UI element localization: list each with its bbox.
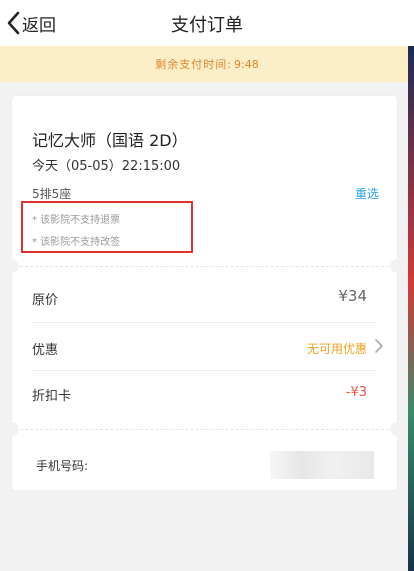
nav-header: 返回 支付订单 — [0, 0, 414, 46]
discount-label: 优惠 — [32, 343, 59, 358]
original-price-label: 原价 — [32, 293, 59, 308]
original-price-value: ¥34 — [338, 287, 367, 305]
ticket-notch-left — [5, 422, 19, 436]
background-edge — [408, 46, 414, 571]
ticket-notch-right — [390, 422, 404, 436]
discount-card-label: 折扣卡 — [32, 389, 72, 404]
payment-timer-bar: 剩余支付时间: 9:48 — [0, 46, 414, 82]
page-title: 支付订单 — [171, 15, 243, 36]
reselect-seat-button[interactable]: 重选 — [355, 185, 379, 202]
phone-number-field[interactable] — [270, 451, 374, 479]
row-divider — [32, 370, 377, 371]
row-divider — [32, 322, 377, 323]
phone-label: 手机号码: — [36, 459, 89, 473]
ticket-divider — [20, 429, 389, 430]
order-card: 记忆大师（国语 2D） 今天（05-05）22:15:00 5排5座 重选 * … — [5, 96, 404, 490]
show-time: 今天（05-05）22:15:00 — [32, 159, 181, 174]
chevron-right-icon[interactable] — [375, 339, 383, 353]
ticket-divider — [20, 266, 389, 267]
ticket-notch-right — [390, 259, 404, 273]
timer-countdown: 9:48 — [234, 57, 259, 71]
seat-info: 5排5座 — [32, 187, 72, 201]
ticket-notch-left — [5, 259, 19, 273]
discount-value[interactable]: 无可用优惠 — [307, 340, 367, 357]
movie-name: 记忆大师（国语 2D） — [32, 131, 188, 150]
notes-highlight-box — [21, 201, 193, 253]
discount-card-value: -¥3 — [345, 385, 367, 400]
timer-label: 剩余支付时间: — [155, 58, 232, 71]
